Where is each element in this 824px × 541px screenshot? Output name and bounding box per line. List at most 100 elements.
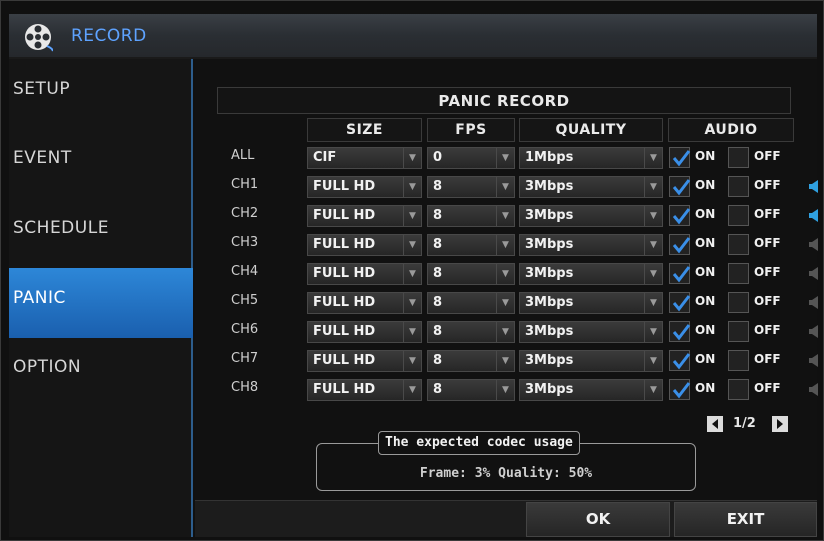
- audio-off-checkbox[interactable]: [728, 321, 749, 342]
- size-value: FULL HD: [313, 382, 376, 397]
- size-value: FULL HD: [313, 266, 376, 281]
- checkmark-icon: [672, 353, 691, 370]
- channel-label: CH3: [231, 235, 259, 250]
- quality-select[interactable]: 3Mbps ▼: [519, 350, 663, 372]
- speaker-icon[interactable]: [809, 354, 819, 367]
- fps-select[interactable]: 8 ▼: [427, 350, 515, 372]
- fps-select[interactable]: 8 ▼: [427, 321, 515, 343]
- chevron-down-icon: ▼: [496, 293, 514, 313]
- fps-select[interactable]: 8 ▼: [427, 205, 515, 227]
- chevron-down-icon: ▼: [644, 351, 662, 371]
- fps-select[interactable]: 8 ▼: [427, 379, 515, 401]
- size-select[interactable]: FULL HD ▼: [307, 350, 422, 372]
- speaker-icon[interactable]: [809, 296, 819, 309]
- quality-select[interactable]: 3Mbps ▼: [519, 379, 663, 401]
- fps-select[interactable]: 0 ▼: [427, 147, 515, 169]
- fps-select[interactable]: 8 ▼: [427, 263, 515, 285]
- audio-on-checkbox[interactable]: [669, 379, 691, 400]
- audio-on-label: ON: [695, 294, 716, 308]
- quality-select[interactable]: 3Mbps ▼: [519, 292, 663, 314]
- chevron-down-icon: ▼: [644, 206, 662, 226]
- speaker-icon[interactable]: [809, 325, 819, 338]
- title-bar: RECORD: [9, 14, 817, 59]
- speaker-icon[interactable]: [809, 383, 819, 396]
- audio-on-checkbox[interactable]: [669, 147, 691, 168]
- next-page-button[interactable]: [772, 416, 788, 432]
- quality-select[interactable]: 1Mbps ▼: [519, 147, 663, 169]
- size-select[interactable]: CIF ▼: [307, 147, 422, 169]
- audio-off-checkbox[interactable]: [728, 350, 749, 371]
- codec-usage-title: The expected codec usage: [378, 431, 580, 455]
- chevron-down-icon: ▼: [403, 148, 421, 168]
- audio-on-label: ON: [695, 178, 716, 192]
- checkmark-icon: [672, 150, 691, 167]
- channel-row: CH3 FULL HD ▼ 8 ▼ 3Mbps ▼ ON OFF: [195, 232, 819, 256]
- sidebar-item-panic[interactable]: PANIC: [9, 268, 193, 338]
- quality-value: 3Mbps: [525, 324, 574, 339]
- size-select[interactable]: FULL HD ▼: [307, 263, 422, 285]
- codec-usage-values: Frame: 3% Quality: 50%: [419, 466, 593, 481]
- size-select[interactable]: FULL HD ▼: [307, 205, 422, 227]
- channel-label: CH7: [231, 351, 259, 366]
- fps-value: 8: [433, 353, 443, 368]
- channel-row: ALL CIF ▼ 0 ▼ 1Mbps ▼ ON OFF: [195, 145, 817, 169]
- channel-row: CH4 FULL HD ▼ 8 ▼ 3Mbps ▼ ON OFF: [195, 261, 819, 285]
- size-value: CIF: [313, 150, 337, 165]
- channel-label: CH6: [231, 322, 259, 337]
- size-select[interactable]: FULL HD ▼: [307, 321, 422, 343]
- sidebar-item-option[interactable]: OPTION: [9, 337, 193, 407]
- sidebar-item-event[interactable]: EVENT: [9, 128, 193, 198]
- audio-on-checkbox[interactable]: [669, 321, 691, 342]
- sidebar-item-setup[interactable]: SETUP: [9, 59, 193, 129]
- speaker-icon[interactable]: [809, 238, 819, 251]
- audio-on-checkbox[interactable]: [669, 350, 691, 371]
- checkmark-icon: [672, 295, 691, 312]
- prev-page-button[interactable]: [707, 416, 723, 432]
- audio-off-checkbox[interactable]: [728, 147, 749, 168]
- audio-off-checkbox[interactable]: [728, 292, 749, 313]
- channel-row: CH1 FULL HD ▼ 8 ▼ 3Mbps ▼ ON OFF: [195, 174, 819, 198]
- audio-on-checkbox[interactable]: [669, 205, 691, 226]
- chevron-down-icon: ▼: [644, 380, 662, 400]
- size-value: FULL HD: [313, 353, 376, 368]
- audio-off-label: OFF: [754, 207, 781, 221]
- speaker-icon[interactable]: [809, 209, 819, 222]
- audio-on-checkbox[interactable]: [669, 292, 691, 313]
- quality-select[interactable]: 3Mbps ▼: [519, 321, 663, 343]
- quality-select[interactable]: 3Mbps ▼: [519, 263, 663, 285]
- audio-off-checkbox[interactable]: [728, 263, 749, 284]
- audio-on-label: ON: [695, 236, 716, 250]
- fps-select[interactable]: 8 ▼: [427, 234, 515, 256]
- size-select[interactable]: FULL HD ▼: [307, 292, 422, 314]
- audio-on-checkbox[interactable]: [669, 176, 691, 197]
- audio-off-label: OFF: [754, 323, 781, 337]
- quality-select[interactable]: 3Mbps ▼: [519, 176, 663, 198]
- checkmark-icon: [672, 208, 691, 225]
- audio-off-checkbox[interactable]: [728, 234, 749, 255]
- size-select[interactable]: FULL HD ▼: [307, 234, 422, 256]
- audio-off-label: OFF: [754, 178, 781, 192]
- channel-label: ALL: [231, 148, 255, 163]
- chevron-down-icon: ▼: [403, 206, 421, 226]
- audio-on-checkbox[interactable]: [669, 234, 691, 255]
- quality-select[interactable]: 3Mbps ▼: [519, 205, 663, 227]
- sidebar-item-schedule[interactable]: SCHEDULE: [9, 198, 193, 268]
- size-select[interactable]: FULL HD ▼: [307, 379, 422, 401]
- quality-select[interactable]: 3Mbps ▼: [519, 234, 663, 256]
- size-select[interactable]: FULL HD ▼: [307, 176, 422, 198]
- checkmark-icon: [672, 237, 691, 254]
- chevron-down-icon: ▼: [496, 351, 514, 371]
- audio-on-label: ON: [695, 149, 716, 163]
- column-header-size: SIZE: [307, 118, 422, 142]
- audio-off-checkbox[interactable]: [728, 205, 749, 226]
- fps-select[interactable]: 8 ▼: [427, 292, 515, 314]
- audio-on-checkbox[interactable]: [669, 263, 691, 284]
- audio-on-label: ON: [695, 352, 716, 366]
- speaker-icon[interactable]: [809, 267, 819, 280]
- fps-select[interactable]: 8 ▼: [427, 176, 515, 198]
- ok-button[interactable]: OK: [526, 502, 670, 537]
- exit-button[interactable]: EXIT: [674, 502, 817, 537]
- audio-off-checkbox[interactable]: [728, 379, 749, 400]
- audio-off-checkbox[interactable]: [728, 176, 749, 197]
- speaker-icon[interactable]: [809, 180, 819, 193]
